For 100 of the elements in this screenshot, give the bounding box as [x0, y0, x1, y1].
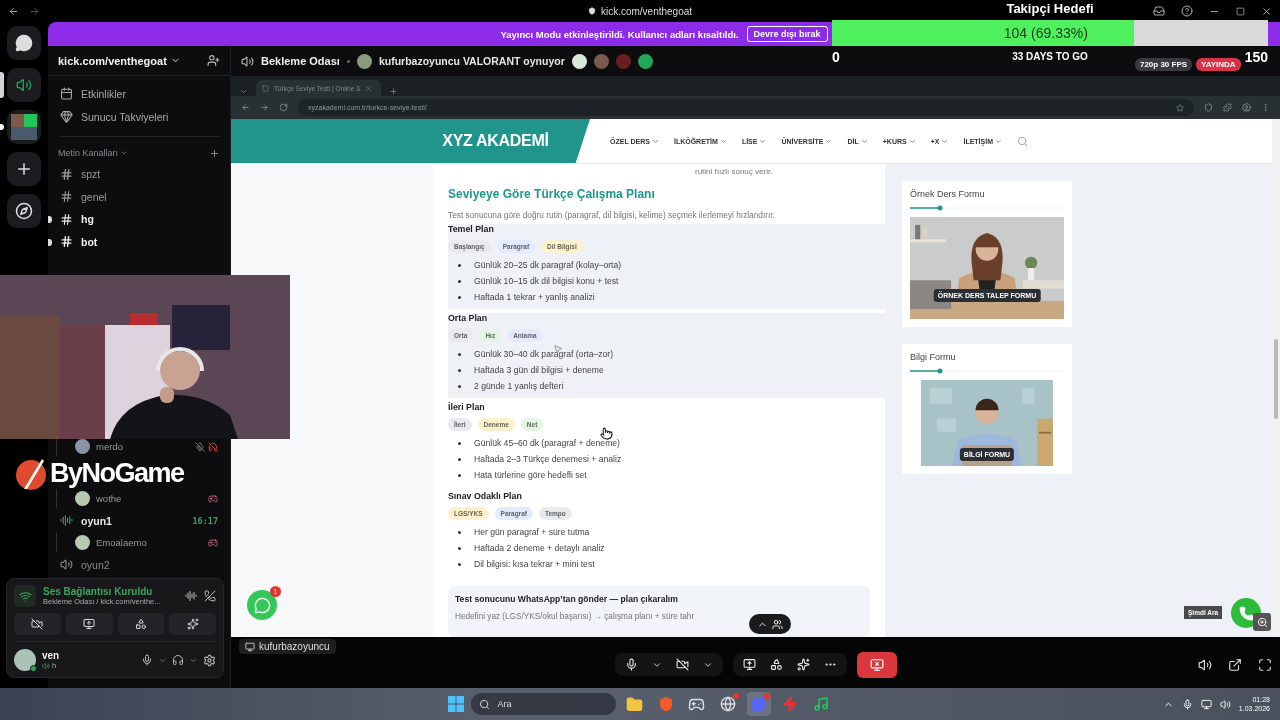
- activities-button[interactable]: [117, 613, 165, 635]
- share-screen-icon: [83, 618, 96, 630]
- back-icon[interactable]: [241, 103, 250, 112]
- app-avatar: [637, 53, 653, 69]
- voice-timer: 16:17: [192, 515, 218, 526]
- display-icon[interactable]: [1200, 698, 1212, 710]
- channel-item[interactable]: spzt: [48, 163, 224, 186]
- camera-off-icon[interactable]: [675, 658, 689, 671]
- back-icon[interactable]: [8, 5, 19, 17]
- speaking-icon: [60, 514, 73, 527]
- camera-off-icon: [31, 618, 44, 630]
- category-label[interactable]: Metin Kanalları: [58, 148, 119, 158]
- tab-list-icon[interactable]: [239, 87, 248, 96]
- channel-item[interactable]: bot: [48, 230, 224, 253]
- voice-channel[interactable]: oyun2: [48, 552, 224, 577]
- invite-icon[interactable]: [207, 54, 220, 67]
- user-avatar: [615, 53, 631, 69]
- participants-button[interactable]: [749, 614, 791, 634]
- disconnect-icon[interactable]: [204, 590, 216, 602]
- bullet-icon: [458, 295, 461, 299]
- extensions-icon[interactable]: [1223, 103, 1232, 112]
- zoom-icon: [1256, 616, 1268, 628]
- maximize-icon[interactable]: [1236, 6, 1245, 16]
- globe-icon: [719, 696, 736, 712]
- music-icon: [812, 696, 829, 712]
- caret-icon: [651, 137, 659, 145]
- plan-title: İleri Plan: [448, 402, 486, 412]
- bullet-icon: [458, 530, 461, 534]
- server-name[interactable]: kick.com/venthegoat: [58, 54, 167, 67]
- camera-button[interactable]: [14, 613, 61, 635]
- monitor-icon: [245, 641, 255, 652]
- caret-icon: [825, 137, 833, 145]
- soundboard-button[interactable]: [169, 613, 216, 635]
- speaker-icon: [60, 558, 73, 571]
- mic-icon[interactable]: [141, 654, 153, 666]
- popout-icon[interactable]: [1228, 657, 1242, 672]
- zoom-button[interactable]: [1253, 613, 1271, 631]
- shield-icon[interactable]: [1204, 103, 1213, 112]
- shapes-icon: [134, 618, 147, 630]
- bookmark-icon[interactable]: [1176, 103, 1184, 112]
- goal-remaining: 33 DAYS TO GO: [1012, 50, 1088, 62]
- close-icon[interactable]: [1261, 5, 1272, 17]
- bolt-icon: [781, 696, 798, 712]
- channel-item[interactable]: hg: [48, 208, 224, 231]
- headphones-icon[interactable]: [172, 654, 184, 666]
- home-icon: [15, 34, 33, 52]
- plan-item: Dil bilgisi: kısa tekrar + mini test: [474, 559, 595, 569]
- form-title: Örnek Ders Formu: [910, 189, 986, 199]
- caret-icon[interactable]: [120, 149, 129, 157]
- cta-text: Hedefini yaz (LGS/YKS/okul başarısı) → çalışma planı + süre tahr: [455, 612, 696, 621]
- chat-icon: [750, 696, 767, 712]
- activity-text: kufurbazoyuncu VALORANT oynuyor: [378, 55, 565, 67]
- plan-item: Haftada 2 deneme + detaylı analiz: [474, 543, 605, 553]
- activities-icon[interactable]: [769, 658, 783, 671]
- bullet-icon: [458, 263, 461, 267]
- forward-icon[interactable]: [260, 103, 269, 112]
- plan-item: Günlük 10–15 dk dil bilgisi konu + test: [474, 276, 619, 286]
- sidebar-item[interactable]: Sunucu Takviyeleri: [48, 105, 224, 128]
- menu-icon[interactable]: [1261, 103, 1270, 112]
- sidebar-item[interactable]: Etkinlikler: [48, 82, 224, 105]
- caret-icon: [941, 137, 949, 145]
- streamer-label: kufurbazoyuncu: [239, 639, 336, 654]
- plan-item: Günlük 45–60 dk (paragraf + deneme): [474, 438, 620, 448]
- site-icon: [587, 7, 596, 15]
- deafened-icon: [208, 441, 218, 452]
- profile-icon[interactable]: [1242, 103, 1251, 112]
- caret-icon: [860, 137, 868, 145]
- new-tab-icon[interactable]: [389, 87, 398, 96]
- sparkles-icon: [186, 618, 199, 630]
- settings-icon[interactable]: [203, 653, 216, 667]
- mic-icon[interactable]: [624, 658, 638, 671]
- bullet-icon: [458, 384, 461, 388]
- noise-icon[interactable]: [185, 590, 197, 602]
- disable-button[interactable]: Devre dışı bırak: [746, 26, 828, 42]
- reload-icon[interactable]: [279, 103, 288, 112]
- volume-icon[interactable]: [1198, 657, 1212, 672]
- plan-item: Haftada 3 gün dil bilgisi + deneme: [474, 365, 604, 375]
- fullscreen-icon[interactable]: [1258, 657, 1272, 672]
- plan-title: Orta Plan: [448, 313, 489, 323]
- paragraph: rutini hızlı sonuç verir.: [694, 167, 774, 176]
- inbox-icon[interactable]: [1153, 5, 1165, 17]
- help-icon[interactable]: [1181, 5, 1193, 17]
- server-icon: [11, 114, 37, 140]
- voice-user[interactable]: Emoalaemo: [56, 533, 224, 552]
- voice-user[interactable]: wothe: [56, 489, 224, 508]
- channel-item[interactable]: genel: [48, 185, 224, 208]
- stop-stream-button[interactable]: [856, 651, 897, 678]
- start-icon[interactable]: [447, 696, 464, 712]
- plan-title: Sınav Odaklı Plan: [448, 491, 523, 501]
- add-channel-icon[interactable]: [209, 147, 220, 159]
- share-screen-button[interactable]: [65, 613, 113, 635]
- monitor-x-icon: [869, 657, 884, 672]
- share-screen-icon[interactable]: [742, 658, 756, 671]
- voice-channel[interactable]: oyun1 16:17: [48, 508, 224, 533]
- users-icon: [772, 618, 783, 630]
- speaker-icon: [241, 54, 254, 68]
- quality-badge: 720p 30 FPS: [1134, 58, 1193, 71]
- soundboard-icon[interactable]: [796, 658, 810, 671]
- search-field[interactable]: Ara: [470, 693, 616, 715]
- intro-text: Test sonucuna göre doğru rutin (paragraf, dil bilgisi, kelime) seçmek ilerlemeyi hızlandırır.: [448, 210, 776, 220]
